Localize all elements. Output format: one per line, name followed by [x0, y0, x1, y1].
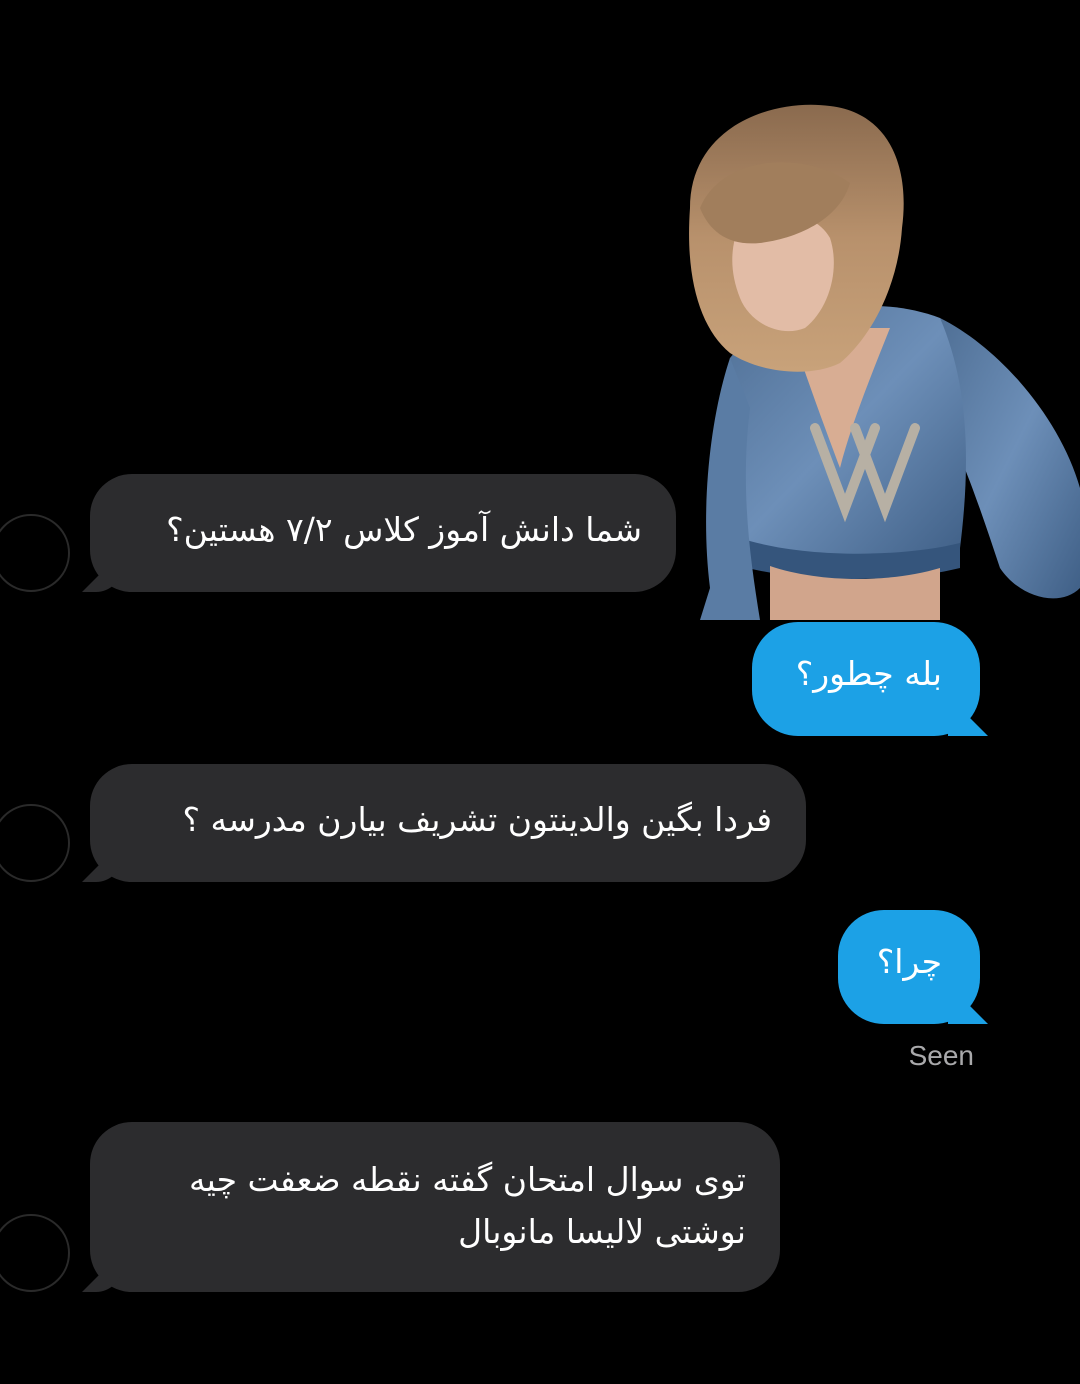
seen-status: Seen — [908, 1040, 974, 1071]
message-text: بله چطور؟ — [795, 654, 942, 693]
chat-thread[interactable]: شما دانش آموز کلاس ۷/۲ هستین؟ بله چطور؟ … — [0, 0, 1080, 1384]
contact-avatar[interactable] — [0, 804, 70, 882]
message-text-line: توی سوال امتحان گفته نقطه ضعفت چیه — [188, 1160, 746, 1199]
outgoing-message: چرا؟ — [838, 910, 980, 1024]
message-text-line: نوشتی لالیسا مانوبال — [458, 1212, 746, 1251]
message-text: شما دانش آموز کلاس ۷/۲ هستین؟ — [166, 510, 642, 549]
incoming-message: فردا بگین والدینتون تشریف بیارن مدرسه ؟ — [90, 764, 806, 882]
contact-avatar[interactable] — [0, 514, 70, 592]
contact-avatar[interactable] — [0, 1214, 70, 1292]
message-text: فردا بگین والدینتون تشریف بیارن مدرسه ؟ — [182, 800, 772, 839]
message-text: چرا؟ — [876, 942, 942, 981]
incoming-message: توی سوال امتحان گفته نقطه ضعفت چیه نوشتی… — [90, 1122, 780, 1292]
outgoing-message: بله چطور؟ — [752, 622, 980, 736]
incoming-message: شما دانش آموز کلاس ۷/۲ هستین؟ — [90, 474, 676, 592]
person-photo-sticker — [689, 104, 1080, 620]
